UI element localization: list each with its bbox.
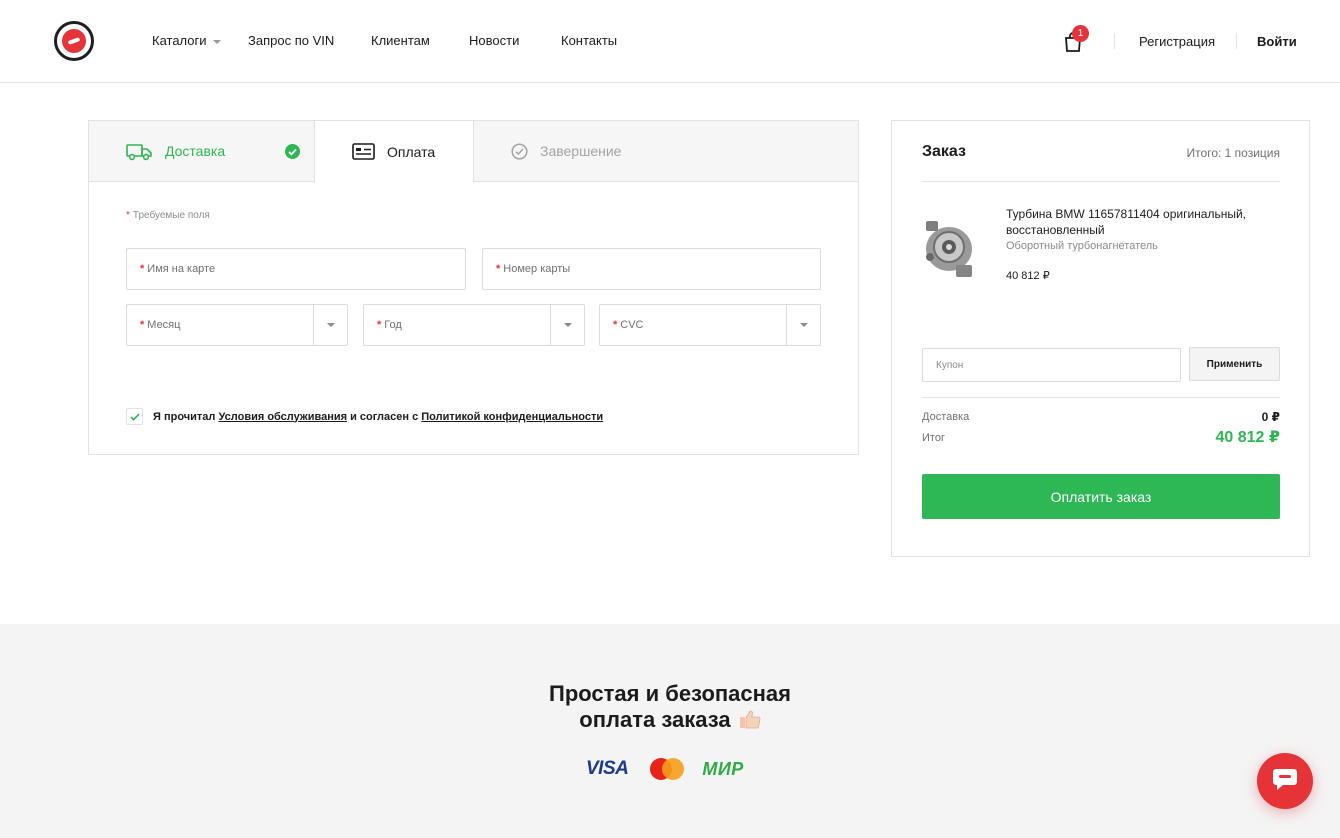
checkout-panel: Доставка Оплата Завершение * Требуемые по…: [88, 120, 859, 455]
nav-clients[interactable]: Клиентам: [371, 33, 430, 48]
payment-logos: VISA МИР: [586, 757, 744, 781]
month-select[interactable]: * Месяц: [126, 304, 348, 346]
required-note-text: Требуемые поля: [132, 210, 210, 221]
login-link[interactable]: Войти: [1257, 34, 1297, 49]
card-number-placeholder: Номер карты: [503, 263, 571, 275]
terms-link[interactable]: Условия обслуживания: [218, 411, 347, 423]
pay-order-button[interactable]: Оплатить заказ: [922, 474, 1280, 519]
product-image[interactable]: [918, 209, 980, 281]
card-name-field[interactable]: * Имя на карте: [126, 248, 466, 290]
chat-bubble-icon: [1272, 767, 1298, 796]
order-summary: Заказ Итого: 1 позиция Турбина BMW 11657…: [891, 120, 1310, 557]
required-asterisk: *: [496, 263, 501, 275]
product-subtitle: Оборотный турбонагнетатель: [1006, 240, 1158, 252]
divider: [1114, 33, 1115, 49]
required-asterisk: *: [140, 319, 145, 331]
apply-coupon-button[interactable]: Применить: [1189, 347, 1280, 381]
required-asterisk: *: [126, 210, 130, 221]
required-fields-note: * Требуемые поля: [126, 210, 210, 221]
coupon-input[interactable]: Купон: [922, 348, 1181, 382]
chevron-down-icon: [550, 305, 584, 345]
divider: [922, 181, 1280, 182]
nav-catalogs[interactable]: Каталоги: [152, 33, 221, 48]
delivery-label: Доставка: [922, 411, 970, 423]
product-name[interactable]: Турбина BMW 11657811404 оригинальный, во…: [1006, 206, 1256, 238]
mir-logo: МИР: [702, 758, 744, 779]
privacy-policy-link[interactable]: Политикой конфиденциальности: [421, 411, 603, 423]
credit-card-icon: [352, 143, 375, 160]
chat-button[interactable]: [1257, 753, 1313, 809]
mastercard-logo: [650, 758, 685, 780]
register-link[interactable]: Регистрация: [1139, 34, 1215, 49]
order-item-count: Итого: 1 позиция: [1186, 146, 1280, 160]
chevron-down-icon: [313, 305, 347, 345]
year-placeholder: Год: [384, 319, 402, 331]
year-select[interactable]: * Год: [363, 304, 585, 346]
check-circle-icon: [285, 144, 300, 159]
month-placeholder: Месяц: [147, 319, 181, 331]
total-value: 40 812 ₽: [1215, 429, 1280, 446]
agreement-prefix: Я прочитал: [153, 410, 216, 423]
thumbs-up-icon: [739, 709, 761, 735]
visa-logo: VISA: [586, 758, 629, 779]
cvc-placeholder: CVC: [620, 319, 644, 331]
secure-payment-title-line2: оплата заказа: [579, 707, 731, 732]
chevron-down-icon: [786, 305, 820, 345]
site-header: Каталоги Запрос по VIN Клиентам Новости …: [0, 0, 1340, 83]
nav-news[interactable]: Новости: [469, 33, 519, 48]
truck-icon: [126, 141, 153, 161]
cvc-select[interactable]: * CVC: [599, 304, 821, 346]
cart-count-badge: 1: [1072, 25, 1089, 42]
tab-delivery[interactable]: Доставка: [89, 121, 315, 182]
check-circle-outline-icon: [511, 142, 528, 160]
nav-vin-request[interactable]: Запрос по VIN: [248, 33, 334, 48]
logo[interactable]: [54, 21, 94, 61]
secure-payment-title: Простая и безопасная оплата заказа: [0, 681, 1340, 735]
tab-payment[interactable]: Оплата: [315, 121, 473, 182]
divider: [922, 397, 1280, 398]
required-asterisk: *: [377, 319, 382, 331]
agreement-row: Я прочитал Условия обслуживания и соглас…: [126, 408, 603, 425]
nav-catalogs-label: Каталоги: [152, 33, 207, 48]
agreement-checkbox[interactable]: [126, 408, 143, 425]
total-label: Итог: [922, 432, 945, 444]
card-name-placeholder: Имя на карте: [147, 263, 216, 275]
required-asterisk: *: [140, 263, 145, 275]
chevron-down-icon: [212, 39, 221, 44]
delivery-value: 0 ₽: [1261, 410, 1280, 424]
order-title: Заказ: [922, 143, 966, 160]
tab-delivery-label: Доставка: [165, 143, 226, 159]
tab-finish[interactable]: Завершение: [473, 121, 858, 182]
tab-payment-label: Оплата: [387, 143, 436, 160]
required-asterisk: *: [613, 319, 618, 331]
agreement-middle: и согласен с: [350, 410, 419, 423]
card-number-field[interactable]: * Номер карты: [482, 248, 821, 290]
nav-contacts[interactable]: Контакты: [561, 33, 617, 48]
secure-payment-title-line1: Простая и безопасная: [549, 681, 791, 706]
product-price: 40 812 ₽: [1006, 270, 1050, 282]
checkout-steps: Доставка Оплата Завершение: [89, 121, 858, 182]
tab-finish-label: Завершение: [540, 143, 622, 159]
divider: [1236, 33, 1237, 49]
